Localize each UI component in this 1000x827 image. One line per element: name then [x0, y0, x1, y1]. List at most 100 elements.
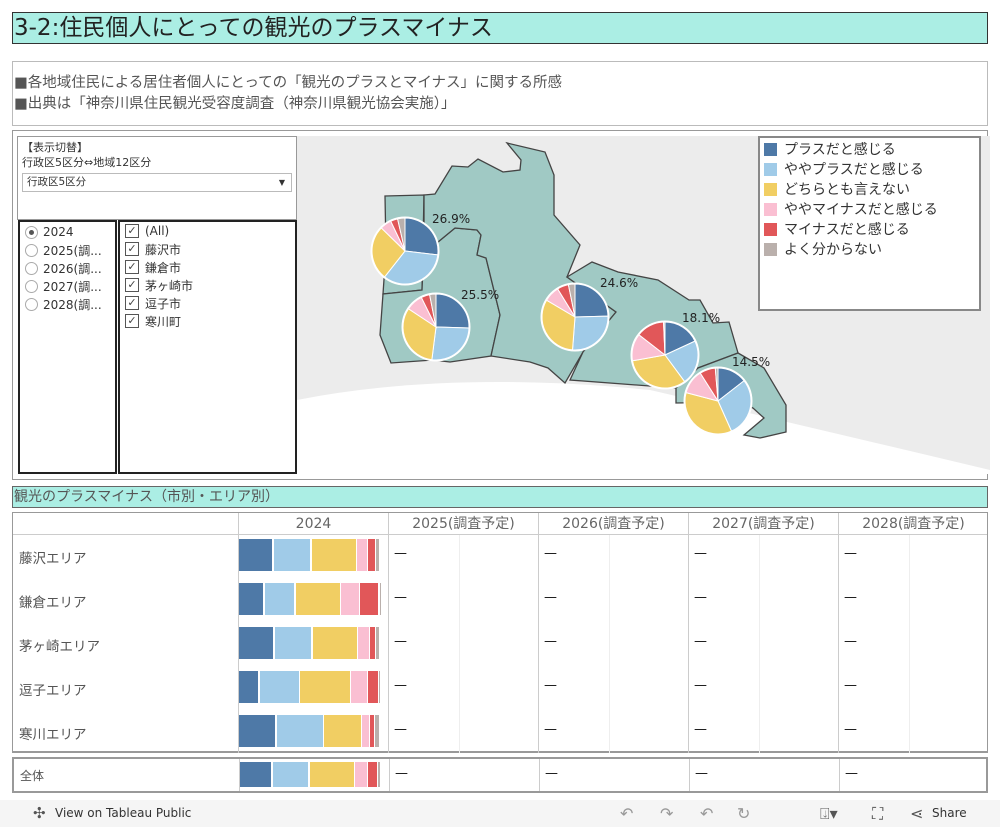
empty-cell: — [394, 590, 407, 605]
empty-cell: — [544, 722, 557, 737]
empty-cell: — [394, 546, 407, 561]
bar-segment[interactable] [376, 539, 380, 571]
radio-button[interactable] [25, 243, 38, 257]
city-option[interactable]: ✓ 藤沢市 [120, 240, 295, 258]
bar-segment[interactable] [362, 715, 369, 747]
bar-segment[interactable] [324, 715, 361, 747]
bar-segment[interactable] [309, 762, 354, 787]
legend-item: ややマイナスだと感じる [764, 199, 979, 219]
empty-cell: — [544, 678, 557, 693]
empty-cell: — [544, 546, 557, 561]
checkbox[interactable]: ✓ [125, 224, 139, 238]
checkbox[interactable]: ✓ [125, 278, 139, 292]
empty-cell: — [544, 590, 557, 605]
bar-segment[interactable] [375, 715, 380, 747]
bar-segment[interactable] [239, 583, 264, 615]
bar-segment[interactable] [311, 539, 356, 571]
empty-cell: — [545, 765, 558, 781]
column-header: 2024 [238, 513, 388, 535]
bar-segment[interactable] [239, 671, 259, 703]
share-button[interactable]: Share [932, 806, 967, 820]
fullscreen-icon[interactable]: ⛶ [872, 804, 883, 824]
bar-segment[interactable] [368, 671, 378, 703]
city-option[interactable]: ✓ 鎌倉市 [120, 258, 295, 276]
legend-label: ややプラスだと感じる [784, 162, 924, 178]
bar-segment[interactable] [368, 539, 375, 571]
year-option[interactable]: 2028(調... [20, 295, 115, 313]
bar-segment[interactable] [276, 715, 323, 747]
revert-icon[interactable]: ↶ [700, 804, 713, 823]
pie-label: 25.5% [461, 288, 499, 302]
city-option[interactable]: ✓ (All) [120, 222, 295, 240]
checkbox[interactable]: ✓ [125, 314, 139, 328]
year-option[interactable]: 2026(調... [20, 259, 115, 277]
radio-button[interactable] [25, 279, 38, 293]
bar-segment[interactable] [272, 762, 309, 787]
bar-segment[interactable] [368, 762, 377, 787]
city-label: 寒川町 [145, 314, 182, 329]
empty-cell: — [844, 546, 857, 561]
empty-cell: — [694, 678, 707, 693]
city-option[interactable]: ✓ 茅ヶ崎市 [120, 276, 295, 294]
bar-segment[interactable] [240, 762, 272, 787]
empty-cell: — [394, 722, 407, 737]
legend-swatch [764, 242, 777, 256]
year-option[interactable]: 2027(調... [20, 277, 115, 295]
row-label: 全体 [20, 769, 45, 783]
bar-segment[interactable] [376, 627, 380, 659]
empty-cell: — [394, 634, 407, 649]
bar-segment[interactable] [351, 671, 367, 703]
legend-label: よく分からない [784, 242, 882, 258]
city-label: (All) [145, 224, 170, 238]
radio-button[interactable] [25, 261, 38, 275]
bar-segment[interactable] [259, 671, 299, 703]
empty-cell: — [395, 765, 408, 781]
checkbox[interactable]: ✓ [125, 260, 139, 274]
redo-icon[interactable]: ↷ [660, 804, 673, 823]
bar-segment[interactable] [239, 627, 274, 659]
row-label: 鎌倉エリア [19, 595, 87, 611]
legend-label: どちらとも言えない [784, 182, 910, 198]
region-division-dropdown[interactable]: 行政区5区分 ▼ [22, 173, 292, 192]
city-option[interactable]: ✓ 逗子市 [120, 294, 295, 312]
bar-segment[interactable] [378, 762, 381, 787]
pie-label: 26.9% [432, 212, 470, 226]
bar-segment[interactable] [341, 583, 359, 615]
undo-icon[interactable]: ↶ [620, 804, 633, 823]
city-option[interactable]: ✓ 寒川町 [120, 312, 295, 330]
legend-swatch [764, 162, 777, 176]
refresh-icon[interactable]: ↻ [737, 804, 750, 823]
bar-segment[interactable] [295, 583, 340, 615]
bar-segment[interactable] [264, 583, 294, 615]
bar-segment[interactable] [274, 627, 312, 659]
bar-segment[interactable] [370, 627, 375, 659]
view-on-tableau-link[interactable]: View on Tableau Public [55, 806, 191, 820]
share-icon[interactable]: ⋖ [910, 804, 923, 823]
year-option[interactable]: 2024 [20, 223, 115, 241]
bar-segment[interactable] [300, 671, 350, 703]
legend-swatch [764, 182, 777, 196]
dropdown-value: 行政区5区分 [27, 176, 87, 188]
year-option[interactable]: 2025(調... [20, 241, 115, 259]
checkbox[interactable]: ✓ [125, 296, 139, 310]
empty-cell: — [694, 722, 707, 737]
bar-segment[interactable] [312, 627, 357, 659]
radio-button[interactable] [25, 225, 38, 239]
city-label: 鎌倉市 [145, 260, 182, 275]
checkbox[interactable]: ✓ [125, 242, 139, 256]
bar-segment[interactable] [370, 715, 374, 747]
bar-segment[interactable] [379, 583, 381, 615]
bar-segment[interactable] [239, 539, 273, 571]
download-icon[interactable]: ⍗▾ [820, 804, 838, 824]
dashboard-title: 3-2:住民個人にとっての観光のプラスマイナス [12, 12, 988, 44]
bar-segment[interactable] [357, 539, 367, 571]
bar-segment[interactable] [379, 671, 380, 703]
bar-segment[interactable] [358, 627, 369, 659]
bar-segment[interactable] [239, 715, 276, 747]
bar-segment[interactable] [360, 583, 379, 615]
bar-segment[interactable] [355, 762, 367, 787]
bar-segment[interactable] [273, 539, 311, 571]
legend-item: どちらとも言えない [764, 179, 979, 199]
radio-button[interactable] [25, 297, 38, 311]
city-label: 逗子市 [145, 296, 182, 311]
